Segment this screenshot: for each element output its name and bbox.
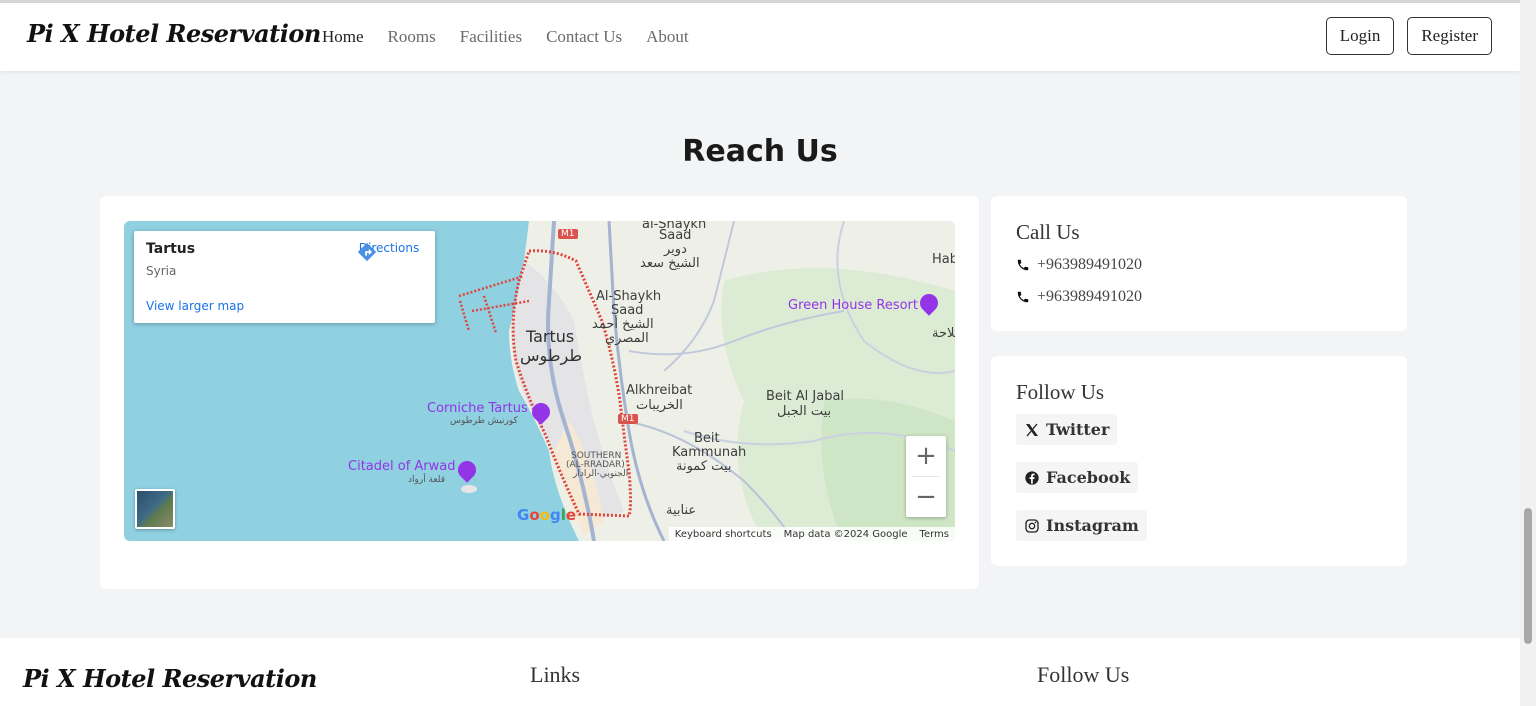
instagram-link[interactable]: Instagram bbox=[1016, 510, 1147, 541]
map-label-alkhreibat: Alkhreibat bbox=[626, 383, 693, 398]
map-label-tartus-ar: طرطوس bbox=[520, 346, 583, 365]
page-scrollbar[interactable] bbox=[1520, 0, 1536, 706]
map-label-corniche-ar: كورنيش طرطوس bbox=[450, 416, 518, 426]
map-attribution-bar: Keyboard shortcuts Map data ©2024 Google… bbox=[668, 527, 955, 541]
zoom-controls: + − bbox=[906, 436, 946, 517]
instagram-icon bbox=[1025, 518, 1039, 533]
phone-icon bbox=[1017, 291, 1029, 303]
facebook-icon bbox=[1025, 470, 1039, 485]
call-us-title: Call Us bbox=[1016, 220, 1080, 244]
footer-brand: Pi X Hotel Reservation bbox=[23, 664, 317, 693]
map-label-beit-al-jabal: Beit Al Jabal bbox=[766, 389, 845, 404]
map-label-alkhreibat-ar: الخريبات bbox=[636, 398, 683, 413]
instagram-label: Instagram bbox=[1046, 516, 1139, 535]
map-label-kammunah: Kammunah bbox=[672, 445, 747, 460]
phone-number-text: +963989491020 bbox=[1037, 256, 1143, 273]
map-label-duwayr-ar: دوير bbox=[664, 242, 687, 257]
phone-number-text: +963989491020 bbox=[1037, 288, 1143, 305]
map-poi-corniche-tartus[interactable]: Corniche Tartus bbox=[427, 401, 528, 416]
map-label-salaha-ar: ملاحة bbox=[932, 326, 955, 341]
nav-contact-us[interactable]: Contact Us bbox=[546, 27, 622, 47]
map-label-beit: Beit bbox=[694, 431, 720, 446]
view-larger-map-link[interactable]: View larger map bbox=[146, 299, 244, 313]
terms-link[interactable]: Terms bbox=[920, 529, 949, 540]
map-poi-green-house-resort[interactable]: Green House Resort bbox=[788, 298, 918, 313]
login-button[interactable]: Login bbox=[1325, 17, 1395, 55]
x-twitter-icon bbox=[1026, 423, 1038, 436]
keyboard-shortcuts-link[interactable]: Keyboard shortcuts bbox=[675, 529, 772, 540]
map-card: al-Shaykh Saad دوير الشيخ سعد Hab Al-Sha… bbox=[100, 196, 979, 589]
section-title: Reach Us bbox=[682, 134, 838, 169]
register-button[interactable]: Register bbox=[1407, 17, 1492, 55]
twitter-link[interactable]: Twitter bbox=[1016, 414, 1118, 445]
phone-number-1[interactable]: +963989491020 bbox=[1016, 256, 1142, 274]
map-label-hab: Hab bbox=[932, 252, 955, 267]
m1-road-badge-2: M1 bbox=[618, 414, 638, 424]
navbar: Pi X Hotel Reservation Home Rooms Facili… bbox=[0, 3, 1520, 71]
nav-rooms[interactable]: Rooms bbox=[388, 27, 436, 47]
directions-icon bbox=[357, 242, 377, 262]
map-poi-citadel-of-arwad[interactable]: Citadel of Arwad bbox=[348, 459, 456, 474]
facebook-link[interactable]: Facebook bbox=[1016, 462, 1139, 493]
map-data-attribution: Map data ©2024 Google bbox=[783, 528, 908, 540]
footer-follow-heading: Follow Us bbox=[1037, 662, 1130, 687]
map-place-name: Tartus bbox=[146, 241, 196, 257]
map-label-anabiya-ar: عنابية bbox=[666, 503, 697, 518]
footer-links-heading: Links bbox=[530, 662, 581, 687]
main-nav: Home Rooms Facilities Contact Us About bbox=[322, 27, 689, 47]
m1-road-badge: M1 bbox=[558, 229, 578, 239]
map-label-southern-ar: الجنوبي-الرادار bbox=[573, 469, 629, 479]
map-label-beit-al-jabal-ar: بيت الجبل bbox=[777, 404, 832, 419]
page-footer: Pi X Hotel Reservation Links Follow Us bbox=[0, 638, 1520, 706]
map-label-al-shaykh-ahmad-ar: الشيخ أحمد bbox=[592, 317, 654, 332]
twitter-label: Twitter bbox=[1046, 420, 1110, 439]
auth-buttons: Login Register bbox=[1325, 17, 1492, 55]
phone-number-2[interactable]: +963989491020 bbox=[1016, 288, 1142, 306]
map-place-country: Syria bbox=[146, 264, 177, 278]
nav-home[interactable]: Home bbox=[322, 27, 364, 47]
facebook-label: Facebook bbox=[1046, 468, 1131, 487]
scrollbar-thumb[interactable] bbox=[1524, 508, 1532, 644]
google-logo: Google bbox=[517, 506, 577, 524]
follow-us-card: Follow Us Twitter Facebook Instagram bbox=[991, 356, 1407, 566]
map-label-al-masri-ar: المصري bbox=[605, 331, 649, 346]
map-label-saad-top: Saad bbox=[659, 228, 692, 243]
nav-about[interactable]: About bbox=[646, 27, 689, 47]
nav-facilities[interactable]: Facilities bbox=[460, 27, 522, 47]
map-label-shaykh-saad-ar: الشيخ سعد bbox=[640, 256, 700, 271]
map-label-beit-kammunah-ar: بيت كمونة bbox=[676, 459, 732, 474]
satellite-toggle-thumbnail[interactable] bbox=[135, 489, 175, 529]
zoom-out-button[interactable]: − bbox=[906, 477, 946, 517]
google-map[interactable]: al-Shaykh Saad دوير الشيخ سعد Hab Al-Sha… bbox=[124, 221, 955, 541]
map-label-saad: Saad bbox=[611, 303, 644, 318]
map-label-citadel-ar: قلعة أرواد bbox=[408, 475, 446, 485]
brand-logo[interactable]: Pi X Hotel Reservation bbox=[27, 19, 321, 48]
zoom-in-button[interactable]: + bbox=[906, 436, 946, 476]
phone-icon bbox=[1017, 259, 1029, 271]
call-us-card: Call Us +963989491020 +963989491020 bbox=[991, 196, 1407, 331]
map-label-al-shaykh: Al-Shaykh bbox=[596, 289, 662, 304]
directions-button[interactable]: Directions bbox=[356, 241, 422, 262]
map-info-box: Tartus Syria View larger map Directions bbox=[134, 231, 435, 323]
map-label-tartus: Tartus bbox=[526, 327, 575, 346]
follow-us-title: Follow Us bbox=[1016, 380, 1105, 404]
